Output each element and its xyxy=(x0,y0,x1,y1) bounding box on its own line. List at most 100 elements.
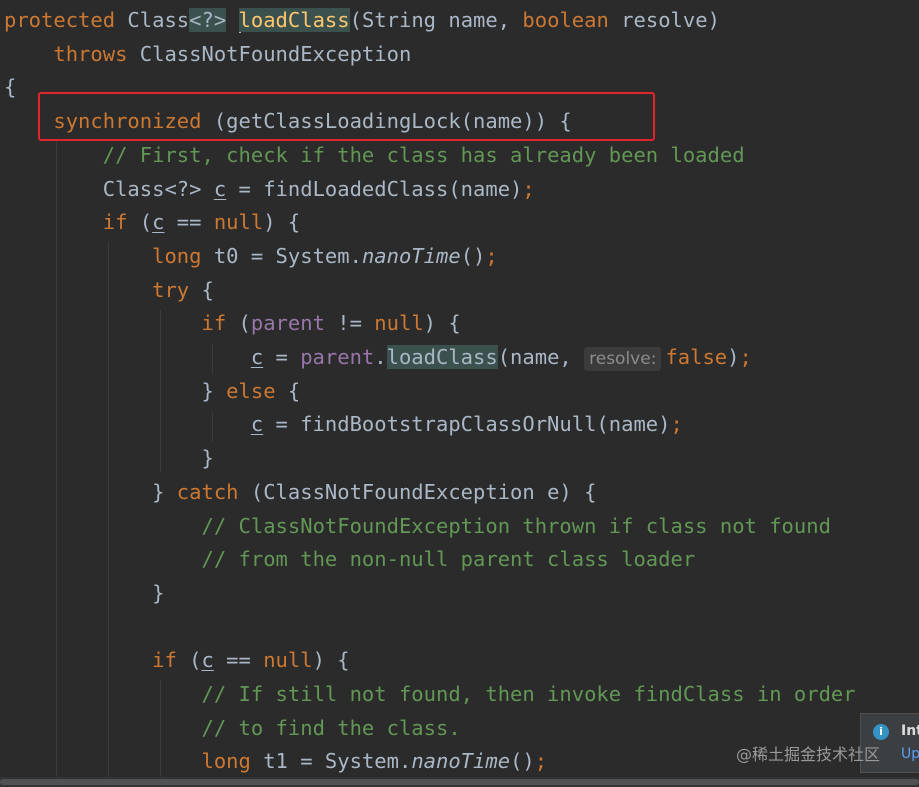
code-token: (name, xyxy=(497,345,585,369)
parameter-hint: resolve: xyxy=(584,347,662,371)
code-line: long t0 = System.nanoTime(); xyxy=(4,239,498,273)
code-token: != xyxy=(324,311,375,336)
code-line: if (parent != null) { xyxy=(4,306,461,340)
code-line: // from the non-null parent class loader xyxy=(4,542,695,576)
code-token: } xyxy=(4,580,165,605)
code-token: ( xyxy=(176,648,202,673)
code-token: // First, check if the class has already… xyxy=(102,142,745,167)
code-line: } xyxy=(4,576,164,610)
notification-title: Int xyxy=(901,723,919,739)
code-token: null xyxy=(263,648,313,673)
code-token: catch xyxy=(176,479,239,504)
code-token: loadClass xyxy=(386,345,498,369)
code-token: ; xyxy=(522,176,535,201)
code-token: ; xyxy=(670,412,683,437)
code-token: ) xyxy=(727,345,740,369)
code-token: c xyxy=(152,210,165,235)
code-token: resolve) xyxy=(608,8,720,32)
code-token: ; xyxy=(534,749,548,774)
code-token: else xyxy=(226,378,276,403)
code-line: if (c == null) { xyxy=(4,643,350,677)
code-token: . xyxy=(374,345,387,369)
code-token: } xyxy=(4,446,214,471)
code-token: if xyxy=(152,648,177,673)
code-token: } xyxy=(4,378,227,403)
synchronized-highlight-box xyxy=(38,92,655,141)
code-token: null xyxy=(374,311,424,336)
code-token: Class xyxy=(115,8,190,32)
code-token: () xyxy=(460,243,486,268)
code-token: parent xyxy=(300,345,375,369)
info-icon: i xyxy=(873,724,889,740)
code-token: if xyxy=(102,210,128,235)
code-token: nanoTime xyxy=(411,749,511,774)
code-token: } xyxy=(4,479,177,504)
code-token: long xyxy=(152,243,202,268)
code-line: // ClassNotFoundException thrown if clas… xyxy=(4,509,830,543)
code-line: } catch (ClassNotFoundException e) { xyxy=(4,475,596,509)
code-token: // If still not found, then invoke findC… xyxy=(201,682,856,706)
code-line: try { xyxy=(4,273,214,307)
code-token: ; xyxy=(485,243,498,268)
code-token: == xyxy=(213,648,264,673)
code-line: { xyxy=(4,70,16,104)
code-line: long t1 = System.nanoTime(); xyxy=(4,744,547,778)
code-token: loadClass xyxy=(238,8,350,32)
code-line: // If still not found, then invoke findC… xyxy=(4,677,856,711)
code-token: (ClassNotFoundException e) { xyxy=(238,479,597,504)
code-token: if xyxy=(201,311,227,336)
code-token: t1 = System. xyxy=(250,749,412,774)
code-token: c xyxy=(201,648,214,673)
code-token: = findLoadedClass(name) xyxy=(226,176,523,201)
code-token: () xyxy=(510,749,535,774)
code-token: == xyxy=(164,210,214,235)
code-token: <?> xyxy=(189,8,227,32)
code-token: try xyxy=(152,277,190,302)
code-token: ClassNotFoundException xyxy=(127,41,412,66)
code-token: { xyxy=(189,277,214,302)
code-token: { xyxy=(4,75,17,100)
code-token: ) { xyxy=(263,210,301,235)
code-token: Class<?> xyxy=(4,176,214,201)
code-token: parent xyxy=(250,311,325,336)
code-token: c xyxy=(213,176,227,201)
code-line: // First, check if the class has already… xyxy=(4,138,745,172)
code-line: c = findBootstrapClassOrNull(name); xyxy=(4,407,683,441)
code-token: // from the non-null parent class loader xyxy=(201,547,696,572)
code-token: throws xyxy=(53,41,128,66)
code-line: protected Class<?> loadClass(String name… xyxy=(4,3,720,37)
code-line: } xyxy=(4,441,214,475)
code-line: c = parent.loadClass(name, resolve: false… xyxy=(4,340,752,374)
code-token: ) { xyxy=(423,311,461,336)
code-token: // to find the class. xyxy=(201,715,461,740)
code-token: long xyxy=(201,749,251,774)
horizontal-scrollbar[interactable] xyxy=(0,777,919,787)
code-token: false xyxy=(665,345,728,369)
code-token: ; xyxy=(739,345,752,369)
code-token: nanoTime xyxy=(361,243,461,268)
code-line: if (c == null) { xyxy=(4,205,301,239)
code-token: (String name, xyxy=(349,8,523,32)
code-token: boolean xyxy=(522,8,609,32)
code-line: // to find the class. xyxy=(4,711,461,745)
code-token: ( xyxy=(127,210,153,235)
watermark-text: @稀土掘金技术社区 xyxy=(736,745,881,764)
scrollbar-thumb[interactable] xyxy=(0,779,919,785)
code-line: Class<?> c = findLoadedClass(name); xyxy=(4,172,535,206)
notification-link[interactable]: Up xyxy=(901,746,919,762)
